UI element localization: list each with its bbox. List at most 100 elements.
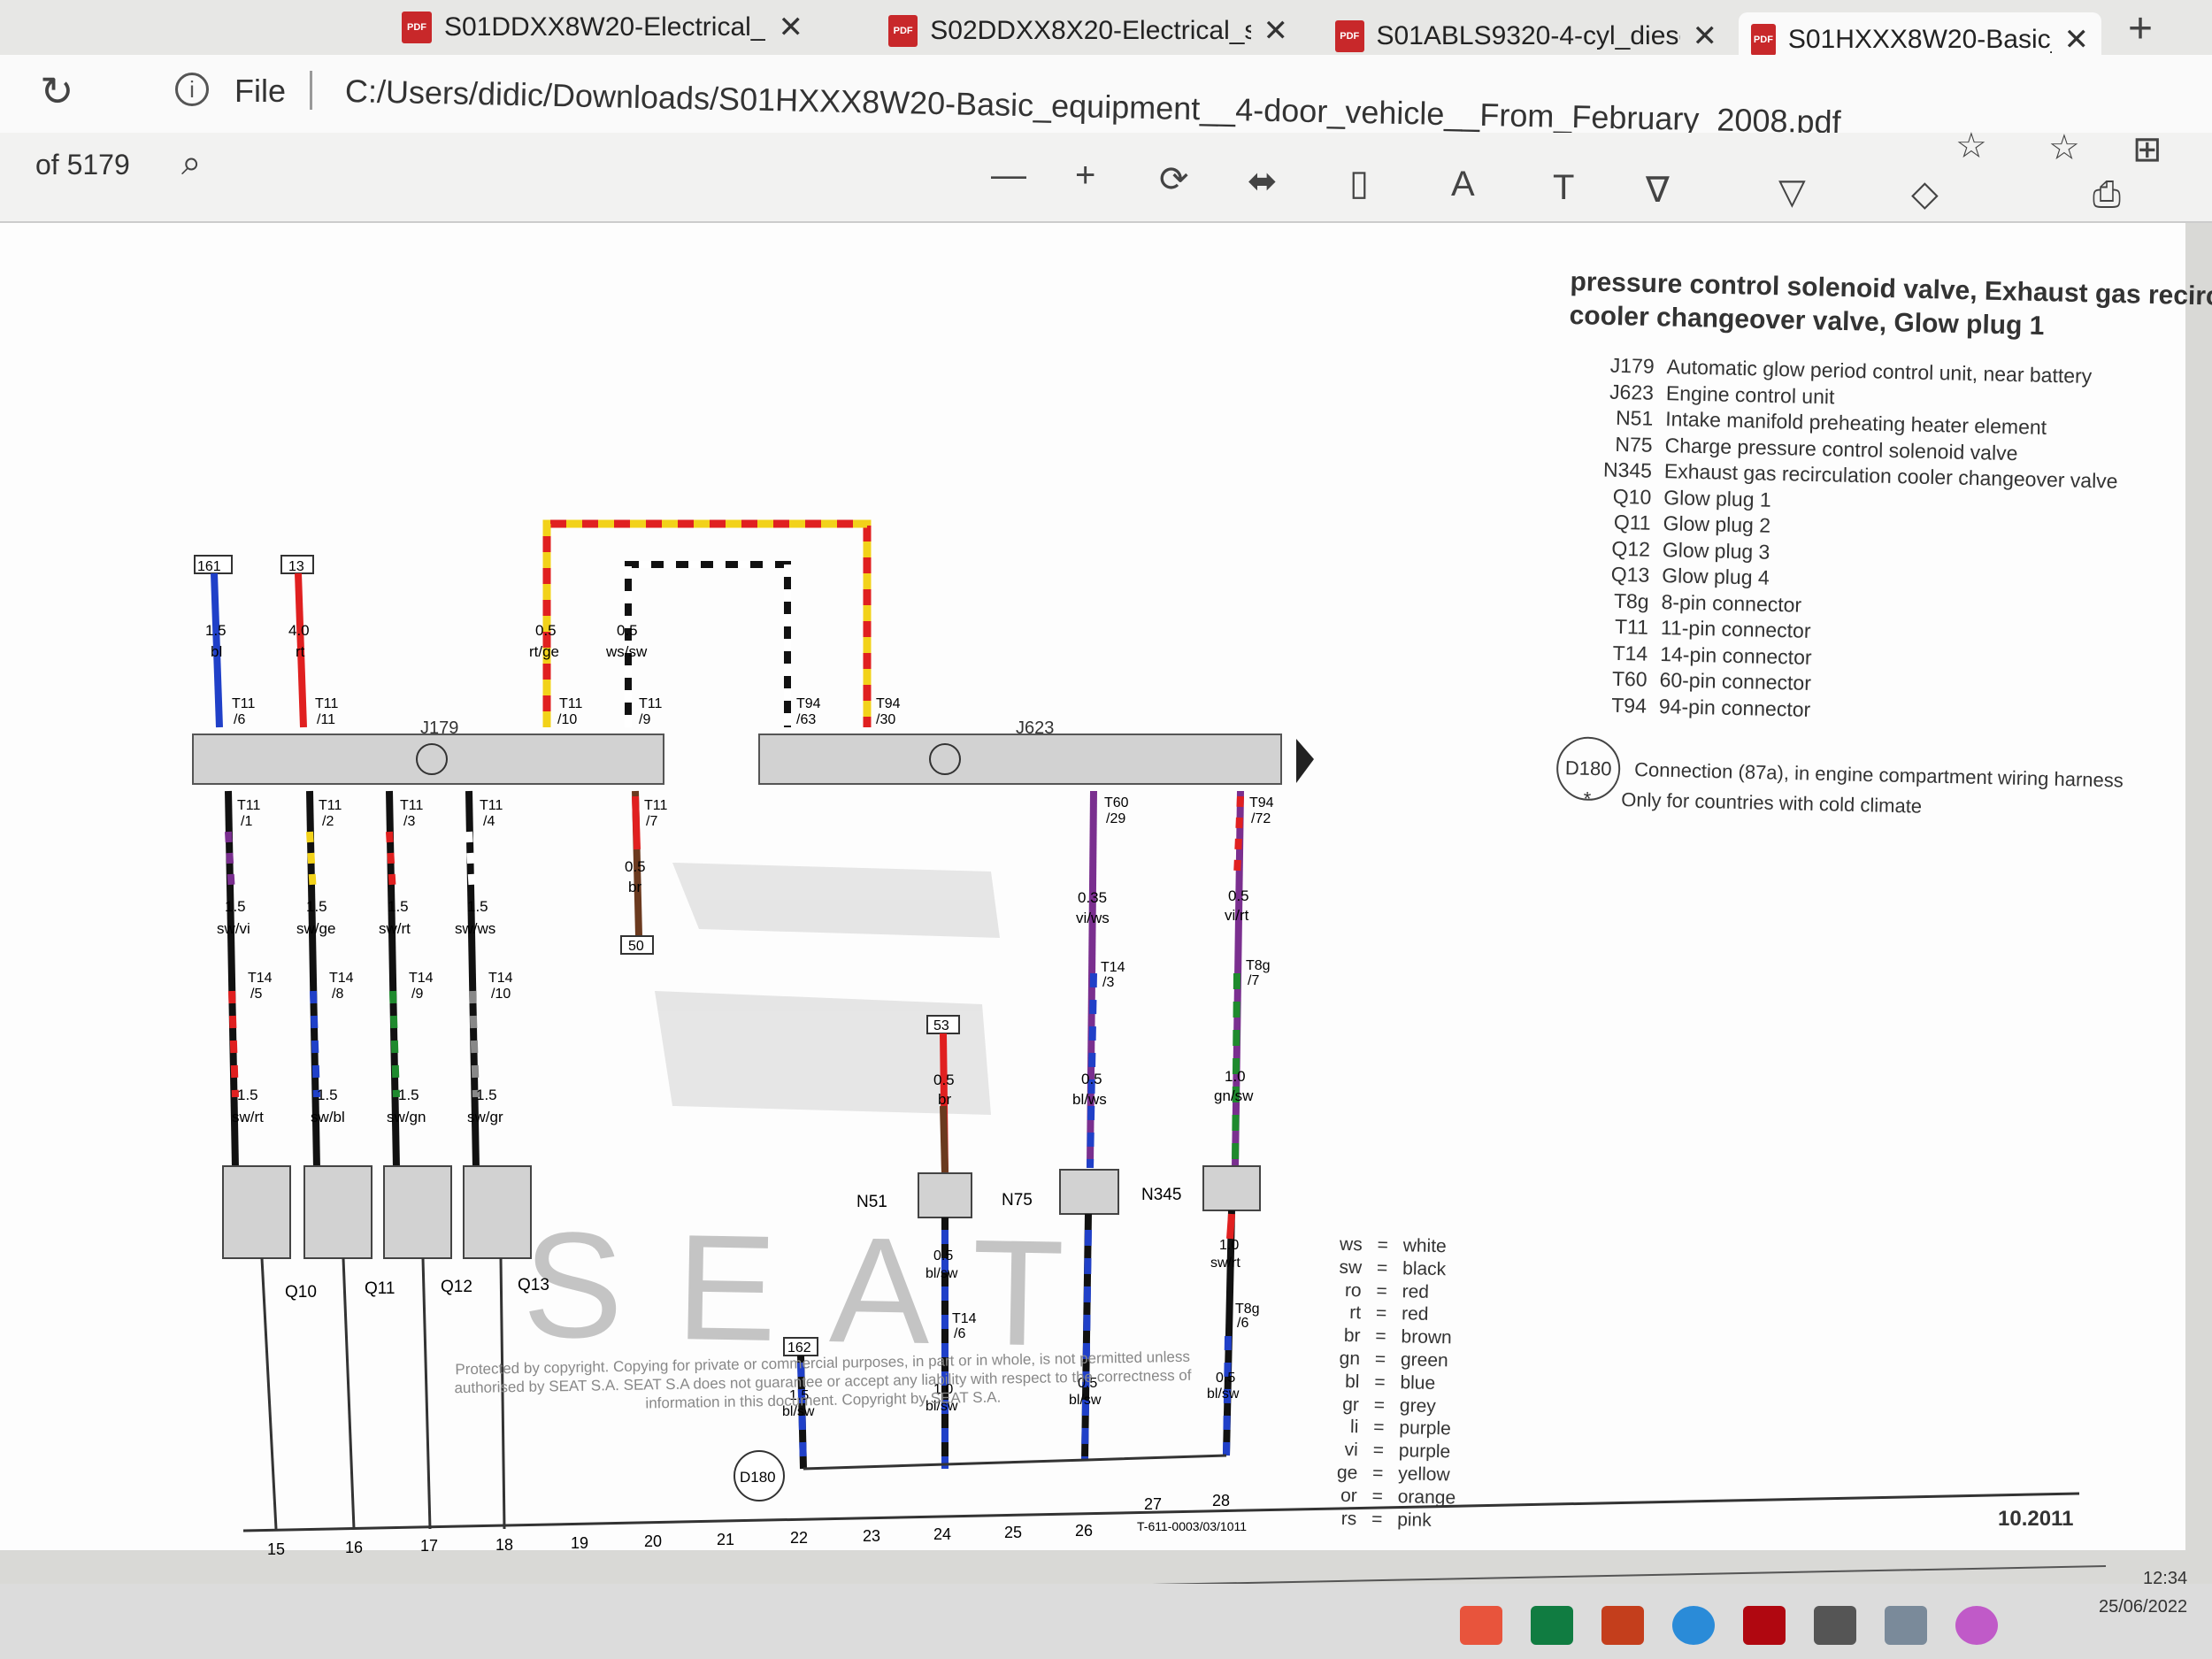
n345-pin-mid: /7	[1248, 973, 1259, 988]
t11-7-pin: /7	[646, 814, 657, 829]
top-wire-pin: /9	[639, 712, 650, 727]
netflix-icon[interactable]	[1743, 1606, 1786, 1645]
n75-conn-mid: T14	[1101, 960, 1125, 975]
photos-icon[interactable]	[1885, 1606, 1927, 1645]
terminal-53: 53	[933, 1018, 949, 1033]
camera-icon[interactable]	[1814, 1606, 1856, 1645]
n75-valve	[1059, 1169, 1119, 1215]
glow-wire-size: 1.5	[306, 898, 327, 915]
color-row: sw = black	[1339, 1256, 1447, 1280]
bottom-number: 20	[644, 1532, 662, 1550]
n345-size2: 1.0	[1225, 1068, 1246, 1085]
glow-wire-color: sw/bl	[311, 1109, 345, 1125]
bottom-number: 16	[345, 1539, 363, 1556]
t94-pin-30: /30	[876, 712, 895, 727]
glow-wire-color: sw/gn	[387, 1109, 426, 1125]
t94-conn: T94	[876, 696, 901, 711]
bottom-number: 15	[267, 1540, 285, 1558]
glow-wire-color: sw/vi	[217, 920, 250, 937]
glow-wire-color: sw/rt	[379, 920, 411, 937]
n75-pin-top: /29	[1106, 811, 1125, 826]
color-row: gr = grey	[1342, 1394, 1437, 1417]
n345-size1: 0.5	[1228, 887, 1249, 904]
n75-label: N75	[1002, 1191, 1033, 1210]
bottom-number: 28	[1212, 1492, 1230, 1509]
bottom-number: 23	[863, 1527, 880, 1545]
n345-pin-low: /6	[1237, 1316, 1248, 1331]
glow-plug-label: Q11	[365, 1279, 396, 1298]
ref-code: T-611-0003/03/1011	[1137, 1519, 1247, 1533]
glow-wire-conn: T11	[400, 798, 423, 813]
bottom-number: 24	[933, 1525, 951, 1543]
glow-wire-conn: T11	[480, 798, 503, 813]
glow-wire-size: 1.5	[225, 898, 246, 915]
t94-conn: T94	[796, 696, 821, 711]
glow-wire-color: sw/ws	[455, 920, 495, 937]
t94-pin-63: /63	[796, 712, 816, 727]
top-wire-size: 4.0	[288, 622, 310, 639]
n345-size4: 0.5	[1216, 1371, 1235, 1386]
bottom-number: 18	[495, 1536, 513, 1554]
app-icon[interactable]	[1955, 1606, 1998, 1645]
bottom-number: 22	[790, 1529, 808, 1547]
color-row: li = purple	[1349, 1417, 1452, 1440]
glow-wire-size: 1.5	[317, 1087, 338, 1103]
glow-plugs	[222, 1165, 532, 1530]
glow-wire-size: 1.5	[237, 1087, 258, 1103]
bottom-number: 21	[717, 1531, 734, 1548]
top-wire-conn: T11	[639, 696, 662, 711]
t11-7-size: 0.5	[625, 858, 646, 875]
n75-conn-top: T60	[1104, 795, 1129, 810]
glow-wire-conn: T14	[248, 971, 273, 986]
n345-size3: 1.0	[1219, 1238, 1239, 1253]
top-wire-color: bl	[211, 643, 222, 660]
bottom-number: 17	[420, 1537, 438, 1555]
glow-wire-pin: /3	[403, 814, 415, 829]
n51-out-color: bl/sw	[926, 1266, 958, 1281]
wiring-diagram: SEAT J179 J623 161 13 1.5 bl T11 /6 4.0 …	[192, 519, 2107, 1604]
n51-conn: T14	[952, 1311, 977, 1326]
excel-icon[interactable]	[1531, 1606, 1573, 1645]
color-row: gn = green	[1339, 1348, 1448, 1371]
clock-time: 12:34	[2143, 1569, 2188, 1588]
n345-pin-top: /72	[1251, 811, 1271, 826]
top-wire-pin: /6	[234, 712, 245, 727]
top-wire-size: 0.5	[535, 622, 557, 639]
edge-icon[interactable]	[1672, 1606, 1715, 1645]
glow-wire-conn: T14	[329, 971, 354, 986]
glow-wire-color: sw/gr	[467, 1109, 503, 1125]
component-legend: J179 Automatic glow period control unit, …	[1576, 352, 2121, 730]
terminal-161: 161	[197, 559, 221, 574]
page-date: 10.2011	[1998, 1507, 2074, 1531]
glow-wire-color: sw/rt	[232, 1109, 264, 1125]
glow-wire-size: 1.5	[476, 1087, 497, 1103]
color-row: br = brown	[1343, 1325, 1452, 1348]
glow-wire-pin: /5	[250, 987, 262, 1002]
bottom-number: 26	[1075, 1522, 1093, 1540]
continuation-arrow-icon	[1296, 739, 1314, 783]
n75-size1: 0.35	[1078, 889, 1107, 906]
n75-color2: bl/ws	[1072, 1091, 1107, 1108]
top-wire-color: rt/ge	[529, 643, 559, 660]
glow-wire-pin: /8	[332, 987, 343, 1002]
n51-size: 0.5	[933, 1071, 955, 1088]
top-wire-size: 0.5	[617, 622, 638, 639]
n51-heater	[918, 1172, 972, 1218]
j179-unit	[192, 733, 664, 785]
powerpoint-icon[interactable]	[1601, 1606, 1644, 1645]
color-row: rs = pink	[1340, 1508, 1432, 1531]
n75-pin-mid: /3	[1102, 975, 1114, 990]
n51-color: br	[938, 1091, 951, 1108]
office-icon[interactable]	[1460, 1606, 1502, 1645]
top-wire-color: ws/sw	[605, 643, 648, 660]
glow-plug-label: Q13	[518, 1276, 549, 1294]
glow-wire-pin: /10	[491, 987, 511, 1002]
glow-wire-size: 1.5	[467, 898, 488, 915]
terminal-13: 13	[288, 559, 304, 574]
n51-label: N51	[856, 1193, 887, 1211]
bottom-number: 27	[1144, 1495, 1162, 1513]
system-clock[interactable]: 12:34 25/06/2022	[2099, 1564, 2187, 1621]
glow-wire-pin: /2	[322, 814, 334, 829]
n345-color1: vi/rt	[1225, 907, 1249, 924]
top-wire-pin: /10	[557, 712, 577, 727]
